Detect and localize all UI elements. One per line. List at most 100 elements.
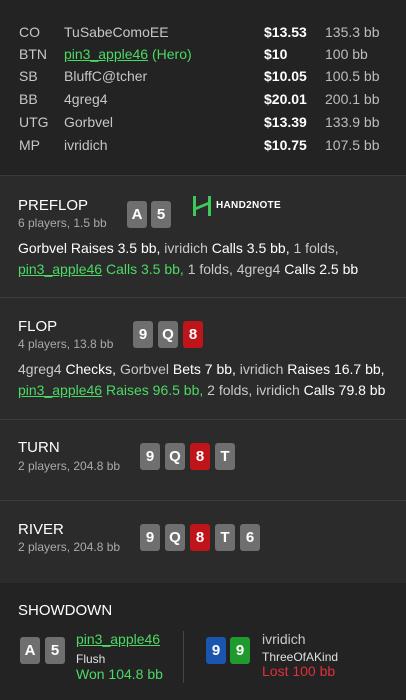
- player-stack: $13.39: [264, 114, 307, 130]
- player-position: MP: [19, 137, 40, 153]
- player-name[interactable]: Gorbvel: [64, 114, 113, 130]
- action-text: Calls 2.5 bb: [280, 261, 359, 277]
- preflop-actions: Gorbvel Raises 3.5 bb, ivridich Calls 3.…: [18, 238, 398, 280]
- showdown-villain-hand: ThreeOfAKind: [262, 650, 339, 664]
- player-position: CO: [19, 24, 40, 40]
- preflop-subtitle: 6 players, 1.5 bb: [18, 216, 107, 230]
- hand2note-logo-icon: [193, 196, 211, 216]
- action-line: pin3_apple46 Calls 3.5 bb, 1 folds, 4gre…: [18, 259, 398, 280]
- card: Q: [165, 524, 185, 551]
- action-text: 2 folds,: [203, 382, 253, 398]
- flop-title: FLOP: [18, 318, 58, 335]
- card: 6: [240, 524, 260, 551]
- players-table: CO TuSabeComoEE $13.53 135.3 bb BTN pin3…: [0, 0, 406, 176]
- showdown-villain-name[interactable]: ivridich: [262, 631, 306, 647]
- action-text: Raises 16.7 bb,: [283, 361, 385, 377]
- player-row: BB 4greg4 $20.01 200.1 bb: [0, 87, 406, 111]
- action-line: 4greg4 Checks, Gorbvel Bets 7 bb, ivridi…: [18, 359, 398, 380]
- showdown-hero-name[interactable]: pin3_apple46: [76, 631, 160, 647]
- card: 9: [230, 637, 250, 664]
- showdown-title: SHOWDOWN: [18, 602, 113, 619]
- player-row: CO TuSabeComoEE $13.53 135.3 bb: [0, 20, 406, 44]
- action-text: 1 folds,: [289, 240, 339, 256]
- player-row: SB BluffC@tcher $10.05 100.5 bb: [0, 64, 406, 88]
- player-stack-bb: 100.5 bb: [325, 68, 380, 84]
- card: A: [127, 201, 147, 228]
- card: 8: [190, 524, 210, 551]
- card: A: [20, 637, 40, 664]
- hero-name-link[interactable]: pin3_apple46: [64, 46, 148, 62]
- flop-subtitle: 4 players, 13.8 bb: [18, 337, 114, 351]
- player-stack: $10.75: [264, 137, 307, 153]
- card: 9: [140, 524, 160, 551]
- showdown-hero-hand: Flush: [76, 652, 106, 666]
- player-stack: $10: [264, 46, 288, 62]
- turn-title: TURN: [18, 439, 60, 456]
- action-text: 1 folds,: [183, 261, 233, 277]
- card: 9: [133, 321, 153, 348]
- player-stack: $10.05: [264, 68, 307, 84]
- card: 5: [151, 201, 171, 228]
- action-text: Checks,: [61, 361, 117, 377]
- section-divider: [0, 500, 406, 501]
- hero-name: pin3_apple46 (Hero): [64, 46, 192, 62]
- player-name[interactable]: BluffC@tcher: [64, 68, 147, 84]
- action-text: Calls 3.5 bb,: [207, 240, 290, 256]
- hand2note-logo-text: HAND2NOTE: [216, 200, 281, 211]
- action-text: Raises 3.5 bb,: [67, 240, 161, 256]
- player-position: SB: [19, 68, 38, 84]
- section-divider: [0, 297, 406, 298]
- card: 9: [140, 443, 160, 470]
- player-stack-bb: 107.5 bb: [325, 137, 380, 153]
- player-stack-bb: 133.9 bb: [325, 114, 380, 130]
- player-name[interactable]: ivridich: [64, 137, 108, 153]
- card: Q: [158, 321, 178, 348]
- hero-action-text: Calls 3.5 bb,: [102, 261, 184, 277]
- showdown-separator: [183, 631, 184, 683]
- player-stack-bb: 135.3 bb: [325, 24, 380, 40]
- player-position: UTG: [19, 114, 49, 130]
- card: T: [215, 524, 235, 551]
- card: Q: [165, 443, 185, 470]
- player-stack-bb: 100 bb: [325, 46, 368, 62]
- action-line: pin3_apple46 Raises 96.5 bb, 2 folds, iv…: [18, 380, 398, 401]
- player-row: UTG Gorbvel $13.39 133.9 bb: [0, 110, 406, 134]
- player-position: BTN: [19, 46, 47, 62]
- action-player[interactable]: Gorbvel: [116, 361, 169, 377]
- card: 9: [206, 637, 226, 664]
- action-text: Calls 79.8 bb: [299, 382, 386, 398]
- showdown-hero-result: Won 104.8 bb: [76, 666, 163, 682]
- action-player[interactable]: ivridich: [160, 240, 208, 256]
- card: 8: [190, 443, 210, 470]
- river-subtitle: 2 players, 204.8 bb: [18, 540, 121, 554]
- river-title: RIVER: [18, 521, 64, 538]
- preflop-title: PREFLOP: [18, 197, 89, 214]
- action-player[interactable]: ivridich: [236, 361, 284, 377]
- player-name[interactable]: 4greg4: [64, 91, 108, 107]
- section-divider: [0, 419, 406, 420]
- player-row: MP ivridich $10.75 107.5 bb: [0, 133, 406, 157]
- card: T: [215, 443, 235, 470]
- hero-action-player[interactable]: pin3_apple46: [18, 261, 102, 277]
- player-name[interactable]: TuSabeComoEE: [64, 24, 169, 40]
- action-player[interactable]: 4greg4: [233, 261, 281, 277]
- player-stack-bb: 200.1 bb: [325, 91, 380, 107]
- action-line: Gorbvel Raises 3.5 bb, ivridich Calls 3.…: [18, 238, 398, 259]
- player-row-hero: BTN pin3_apple46 (Hero) $10 100 bb: [0, 42, 406, 66]
- action-player[interactable]: ivridich: [252, 382, 300, 398]
- showdown-villain-result: Lost 100 bb: [262, 663, 336, 679]
- hand2note-logo: HAND2NOTE: [192, 195, 281, 217]
- hero-tag: (Hero): [151, 46, 192, 62]
- card: 8: [183, 321, 203, 348]
- player-stack: $13.53: [264, 24, 307, 40]
- flop-actions: 4greg4 Checks, Gorbvel Bets 7 bb, ivridi…: [18, 359, 398, 401]
- card: 5: [45, 637, 65, 664]
- action-player[interactable]: Gorbvel: [18, 240, 67, 256]
- action-player[interactable]: 4greg4: [18, 361, 62, 377]
- hero-action-text: Raises 96.5 bb,: [102, 382, 204, 398]
- hero-action-player[interactable]: pin3_apple46: [18, 382, 102, 398]
- action-text: Bets 7 bb,: [168, 361, 236, 377]
- turn-subtitle: 2 players, 204.8 bb: [18, 459, 121, 473]
- player-stack: $20.01: [264, 91, 307, 107]
- player-position: BB: [19, 91, 38, 107]
